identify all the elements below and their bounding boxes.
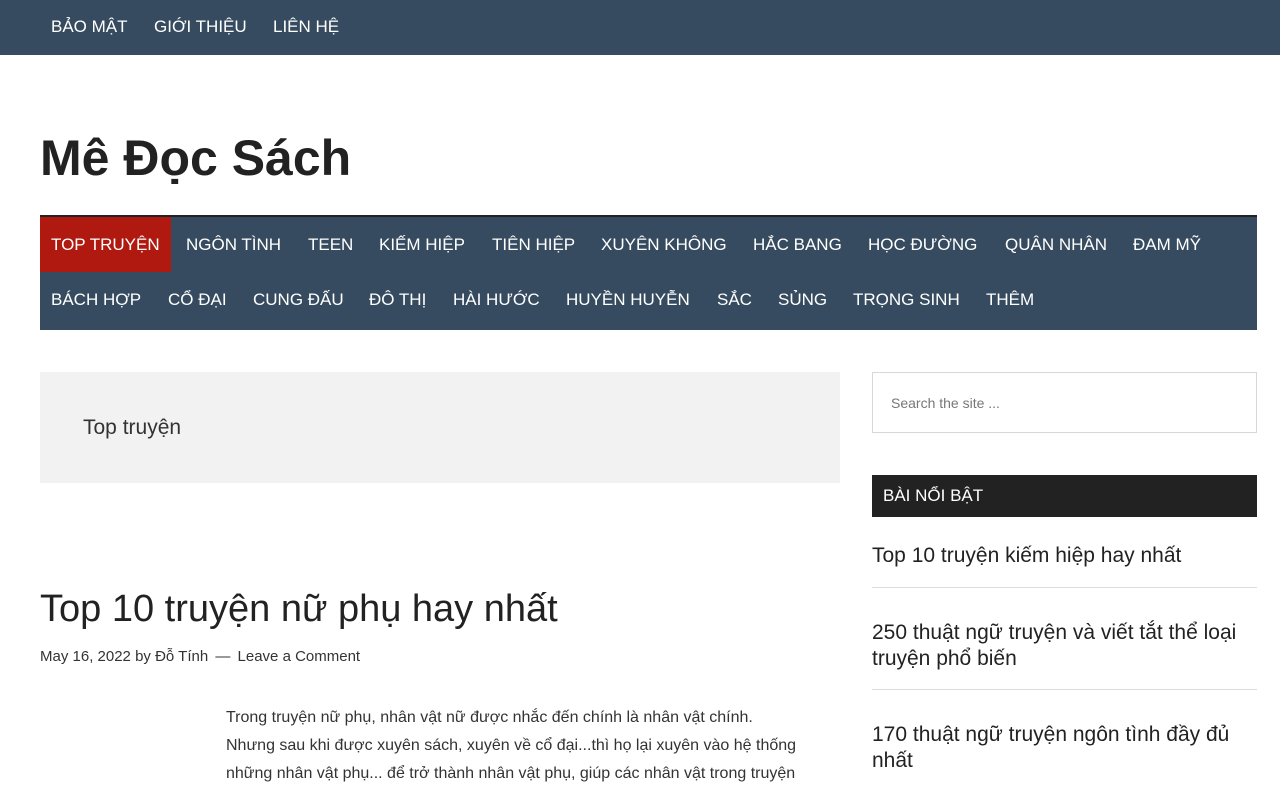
divider bbox=[872, 587, 1257, 588]
nav-item-do-thi[interactable]: ĐÔ THỊ bbox=[358, 272, 437, 327]
primary-navigation: TOP TRUYỆN NGÔN TÌNH TEEN KIẾM HIỆP TIÊN… bbox=[40, 215, 1257, 330]
meta-separator: — bbox=[215, 648, 231, 665]
nav-item-bach-hop[interactable]: BÁCH HỢP bbox=[40, 272, 152, 327]
divider bbox=[872, 689, 1257, 690]
post-date: May 16, 2022 bbox=[40, 648, 131, 665]
leave-comment-link[interactable]: Leave a Comment bbox=[238, 648, 361, 665]
search-input[interactable] bbox=[873, 373, 1256, 432]
post-author[interactable]: Đỗ Tính bbox=[155, 648, 208, 665]
nav-item-sac[interactable]: SẮC bbox=[706, 272, 763, 327]
topbar-link-privacy[interactable]: BẢO MẬT bbox=[51, 17, 128, 37]
nav-item-co-dai[interactable]: CỔ ĐẠI bbox=[157, 272, 238, 327]
nav-item-tien-hiep[interactable]: TIÊN HIỆP bbox=[481, 217, 586, 272]
topbar-link-about[interactable]: GIỚI THIỆU bbox=[154, 17, 247, 37]
nav-item-hoc-duong[interactable]: HỌC ĐƯỜNG bbox=[857, 217, 988, 272]
nav-item-huyen-huyen[interactable]: HUYỀN HUYỄN bbox=[555, 272, 701, 327]
featured-widget-title: BÀI NỔI BẬT bbox=[872, 475, 1257, 517]
post-title[interactable]: Top 10 truyện nữ phụ hay nhất bbox=[40, 585, 558, 633]
nav-item-xuyen-khong[interactable]: XUYÊN KHÔNG bbox=[590, 217, 738, 272]
nav-item-hai-huoc[interactable]: HÀI HƯỚC bbox=[442, 272, 551, 327]
archive-header: Top truyện bbox=[40, 372, 840, 483]
nav-item-dam-my[interactable]: ĐAM MỸ bbox=[1122, 217, 1212, 272]
post-excerpt: Trong truyện nữ phụ, nhân vật nữ được nh… bbox=[226, 704, 840, 788]
nav-item-ngon-tinh[interactable]: NGÔN TÌNH bbox=[175, 217, 292, 272]
featured-post-link[interactable]: 250 thuật ngữ truyện và viết tắt thể loạ… bbox=[872, 620, 1257, 672]
nav-item-sung[interactable]: SỦNG bbox=[767, 272, 838, 327]
excerpt-line: những nhân vật phụ... để trở thành nhân … bbox=[226, 765, 796, 782]
excerpt-line: Trong truyện nữ phụ, nhân vật nữ được nh… bbox=[226, 709, 753, 726]
nav-item-cung-dau[interactable]: CUNG ĐẤU bbox=[242, 272, 355, 327]
nav-item-kiem-hiep[interactable]: KIẾM HIỆP bbox=[368, 217, 476, 272]
topbar-link-contact[interactable]: LIÊN HỆ bbox=[273, 17, 339, 37]
featured-post-link[interactable]: 170 thuật ngữ truyện ngôn tình đầy đủ nh… bbox=[872, 722, 1257, 774]
excerpt-line: Nhưng sau khi được xuyên sách, xuyên về … bbox=[226, 737, 797, 754]
nav-item-quan-nhan[interactable]: QUÂN NHÂN bbox=[994, 217, 1118, 272]
nav-item-them[interactable]: THÊM bbox=[975, 272, 1045, 327]
top-navigation-bar: BẢO MẬT GIỚI THIỆU LIÊN HỆ bbox=[0, 0, 1280, 55]
archive-title: Top truyện bbox=[83, 416, 182, 439]
post-by: by bbox=[135, 648, 151, 665]
search-box bbox=[872, 372, 1257, 433]
featured-post-link[interactable]: Top 10 truyện kiếm hiệp hay nhất bbox=[872, 543, 1257, 569]
site-title[interactable]: Mê Đọc Sách bbox=[40, 128, 351, 188]
nav-item-teen[interactable]: TEEN bbox=[297, 217, 364, 272]
post-meta: May 16, 2022 by Đỗ Tính — Leave a Commen… bbox=[40, 648, 360, 665]
nav-item-top-truyen[interactable]: TOP TRUYỆN bbox=[40, 217, 171, 272]
nav-item-hac-bang[interactable]: HẮC BANG bbox=[742, 217, 853, 272]
nav-item-trong-sinh[interactable]: TRỌNG SINH bbox=[842, 272, 971, 327]
